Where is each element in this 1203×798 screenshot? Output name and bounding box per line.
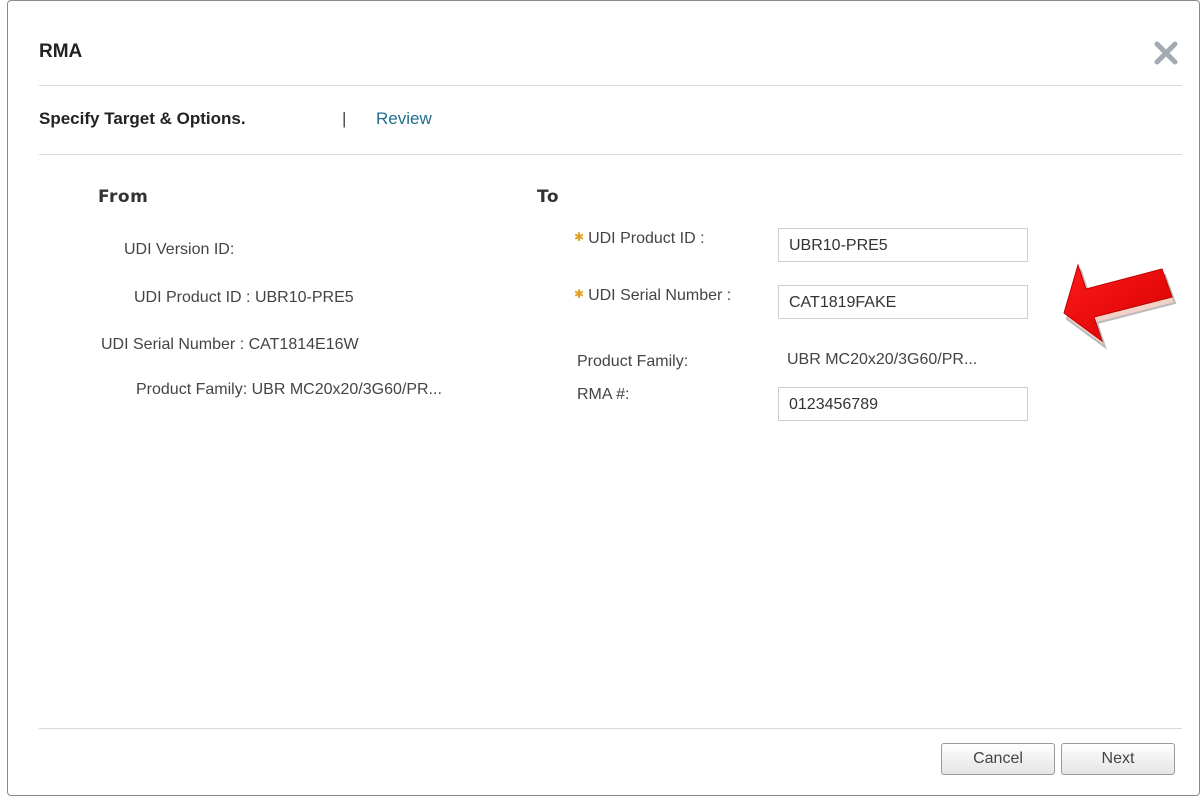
from-header: From	[98, 187, 149, 207]
to-product-family-value: UBR MC20x20/3G60/PR...	[787, 351, 978, 368]
required-icon: ✱	[574, 230, 585, 244]
to-udi-product-label: UDI Product ID :	[588, 230, 705, 247]
udi-serial-number-input[interactable]: CAT1819FAKE	[778, 285, 1028, 319]
red-arrow-icon	[1063, 263, 1177, 350]
steps-divider	[39, 154, 1182, 155]
from-udi-version-label: UDI Version ID:	[124, 241, 235, 258]
step-divider: |	[342, 109, 347, 128]
to-product-family-label: Product Family:	[577, 353, 689, 370]
rma-number-label: RMA #:	[577, 386, 630, 403]
footer-divider	[39, 728, 1182, 729]
close-icon[interactable]	[1150, 37, 1182, 69]
from-product-family-row: Product Family: UBR MC20x20/3G60/PR...	[136, 381, 442, 399]
to-udi-serial-label-row: ✱ UDI Serial Number :	[574, 287, 731, 305]
to-udi-product-label-row: ✱ UDI Product ID :	[574, 230, 705, 248]
step-specify-target: Specify Target & Options.	[39, 109, 246, 128]
from-product-family-label: Product Family:	[136, 381, 248, 398]
from-product-family-value: UBR MC20x20/3G60/PR...	[251, 381, 442, 398]
from-udi-product-row: UDI Product ID : UBR10-PRE5	[134, 289, 354, 307]
required-icon: ✱	[574, 287, 585, 301]
title-divider	[39, 85, 1182, 86]
from-udi-product-label: UDI Product ID :	[134, 289, 251, 306]
to-udi-serial-label: UDI Serial Number :	[588, 287, 732, 304]
next-button[interactable]: Next	[1061, 743, 1175, 775]
from-udi-product-value: UBR10-PRE5	[254, 289, 354, 306]
cancel-button[interactable]: Cancel	[941, 743, 1055, 775]
rma-dialog: RMA Specify Target & Options. | Review F…	[7, 0, 1200, 796]
from-udi-serial-label: UDI Serial Number :	[101, 336, 245, 353]
from-udi-serial-value: CAT1814E16W	[248, 336, 359, 353]
dialog-title: RMA	[39, 41, 83, 62]
from-udi-serial-row: UDI Serial Number : CAT1814E16W	[101, 336, 359, 354]
udi-product-id-input[interactable]: UBR10-PRE5	[778, 228, 1028, 262]
to-header: To	[537, 187, 560, 207]
rma-number-input[interactable]: 0123456789	[778, 387, 1028, 421]
step-review-link[interactable]: Review	[376, 109, 432, 129]
